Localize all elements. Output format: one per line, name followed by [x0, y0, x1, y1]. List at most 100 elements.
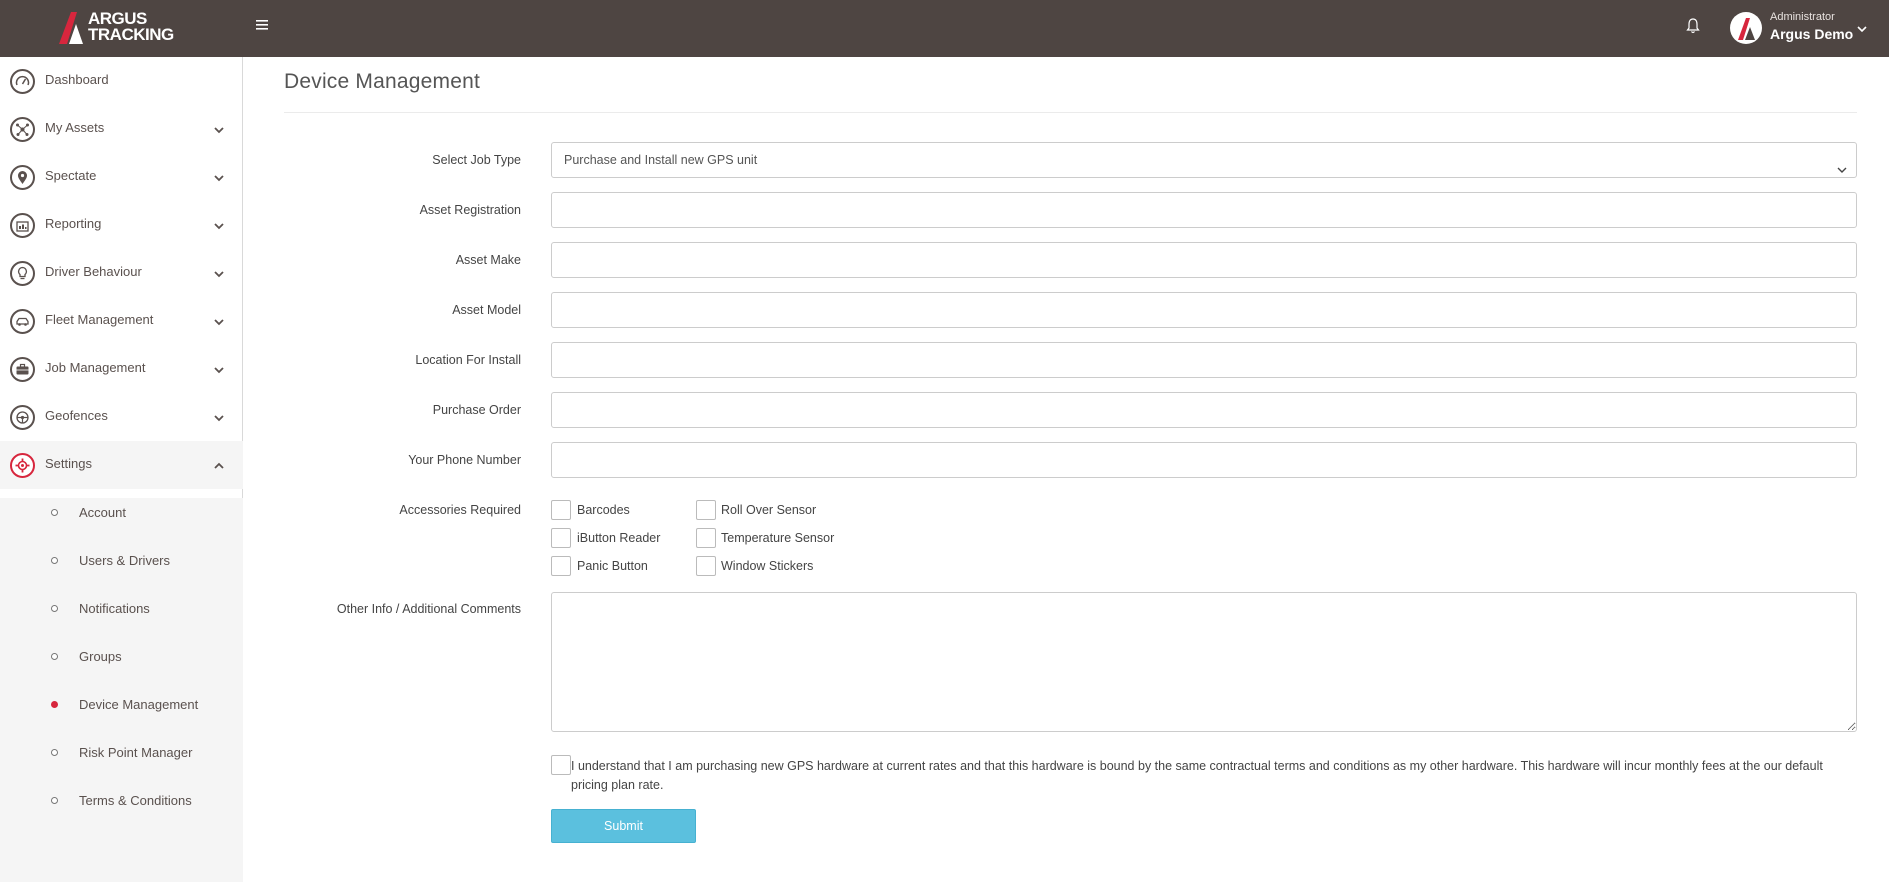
sidebar-item-job-management[interactable]: Job Management	[0, 345, 243, 393]
sidebar-item-label: Device Management	[79, 697, 199, 712]
comments-label: Other Info / Additional Comments	[336, 602, 521, 616]
job-type-select[interactable]: Purchase and Install new GPS unit	[551, 142, 1857, 178]
sidebar-item-label: Users & Drivers	[79, 553, 171, 568]
temperature-sensor-checkbox[interactable]	[696, 528, 716, 548]
sidebar-item-risk-point-manager[interactable]: Risk Point Manager	[0, 729, 243, 777]
chevron-down-icon[interactable]	[1856, 22, 1868, 34]
accessories-label: Accessories Required	[399, 503, 521, 517]
sidebar: Dashboard My Assets Spectate Reporting D…	[0, 57, 243, 882]
sidebar-item-label: Account	[79, 505, 126, 520]
sidebar-item-my-assets[interactable]: My Assets	[0, 105, 243, 153]
phone-input[interactable]	[551, 442, 1857, 478]
submit-button[interactable]: Submit	[551, 809, 696, 843]
report-icon	[10, 213, 35, 238]
argus-logo[interactable]: ARGUS TRACKING	[55, 10, 185, 46]
sidebar-item-label: Settings	[45, 456, 92, 471]
temperature-sensor-label: Temperature Sensor	[721, 531, 835, 545]
car-icon	[10, 309, 35, 334]
purchase-order-input[interactable]	[551, 392, 1857, 428]
bullet-icon	[51, 749, 58, 756]
barcodes-checkbox[interactable]	[551, 500, 571, 520]
logo-text: ARGUS TRACKING	[88, 9, 174, 44]
chevron-down-icon	[213, 219, 225, 231]
asset-model-label: Asset Model	[452, 303, 521, 317]
ibutton-reader-checkbox[interactable]	[551, 528, 571, 548]
chevron-up-icon	[213, 459, 225, 471]
sidebar-item-label: Geofences	[45, 408, 108, 423]
bullet-icon	[51, 509, 58, 516]
location-label: Location For Install	[415, 353, 521, 367]
map-pin-icon	[10, 165, 35, 190]
sidebar-item-label: Notifications	[79, 601, 150, 616]
hamburger-icon[interactable]	[256, 18, 272, 36]
asset-registration-label: Asset Registration	[419, 203, 521, 217]
chevron-down-icon	[213, 171, 225, 183]
job-type-label: Select Job Type	[432, 153, 521, 167]
sidebar-item-fleet-management[interactable]: Fleet Management	[0, 297, 243, 345]
page-title: Device Management	[284, 70, 480, 93]
sidebar-item-reporting[interactable]: Reporting	[0, 201, 243, 249]
avatar[interactable]	[1730, 12, 1762, 44]
user-name[interactable]: Argus Demo	[1770, 26, 1853, 42]
location-input[interactable]	[551, 342, 1857, 378]
bullet-icon	[51, 557, 58, 564]
title-divider	[284, 112, 1857, 113]
sidebar-item-label: My Assets	[45, 120, 105, 135]
ibutton-reader-label: iButton Reader	[577, 531, 661, 545]
window-stickers-label: Window Stickers	[721, 559, 814, 573]
asset-make-input[interactable]	[551, 242, 1857, 278]
sidebar-item-label: Terms & Conditions	[79, 793, 192, 808]
sidebar-item-label: Groups	[79, 649, 122, 664]
user-role: Administrator	[1770, 11, 1835, 23]
bullet-icon	[51, 797, 58, 804]
sidebar-item-dashboard[interactable]: Dashboard	[0, 57, 243, 105]
sidebar-item-groups[interactable]: Groups	[0, 633, 243, 681]
sidebar-item-terms-conditions[interactable]: Terms & Conditions	[0, 777, 243, 825]
job-type-value: Purchase and Install new GPS unit	[564, 153, 758, 167]
sidebar-item-label: Job Management	[45, 360, 146, 375]
top-bar: ARGUS TRACKING Administrator Argus Demo	[0, 0, 1889, 57]
barcodes-label: Barcodes	[577, 503, 630, 517]
terms-checkbox[interactable]	[551, 755, 571, 775]
chevron-down-icon	[213, 411, 225, 423]
purchase-order-label: Purchase Order	[432, 403, 521, 417]
sidebar-item-users-drivers[interactable]: Users & Drivers	[0, 537, 243, 585]
panic-button-label: Panic Button	[577, 559, 648, 573]
lightbulb-icon	[10, 261, 35, 286]
sidebar-item-spectate[interactable]: Spectate	[0, 153, 243, 201]
asset-make-label: Asset Make	[455, 253, 521, 267]
panic-button-checkbox[interactable]	[551, 556, 571, 576]
sidebar-item-label: Spectate	[45, 168, 97, 183]
chevron-down-icon	[213, 363, 225, 375]
chevron-down-icon	[1836, 155, 1848, 173]
sidebar-item-driver-behaviour[interactable]: Driver Behaviour	[0, 249, 243, 297]
briefcase-icon	[10, 357, 35, 382]
bullet-icon	[51, 605, 58, 612]
bullet-icon	[51, 653, 58, 660]
gear-icon	[10, 453, 35, 478]
window-stickers-checkbox[interactable]	[696, 556, 716, 576]
sidebar-item-geofences[interactable]: Geofences	[0, 393, 243, 441]
roll-over-sensor-checkbox[interactable]	[696, 500, 716, 520]
phone-label: Your Phone Number	[408, 453, 521, 467]
steering-wheel-icon	[10, 405, 35, 430]
terms-text: I understand that I am purchasing new GP…	[571, 759, 1823, 792]
sidebar-item-label: Driver Behaviour	[45, 264, 142, 279]
sidebar-item-settings[interactable]: Settings	[0, 441, 243, 489]
settings-submenu: Account Users & Drivers Notifications Gr…	[0, 498, 243, 882]
sidebar-item-label: Dashboard	[45, 72, 109, 87]
roll-over-sensor-label: Roll Over Sensor	[721, 503, 817, 517]
logo-mark-icon	[59, 12, 83, 44]
asset-model-input[interactable]	[551, 292, 1857, 328]
active-bullet-icon	[51, 701, 58, 708]
sidebar-item-label: Reporting	[45, 216, 102, 231]
sidebar-item-notifications[interactable]: Notifications	[0, 585, 243, 633]
sidebar-item-device-management[interactable]: Device Management	[0, 681, 243, 729]
asset-registration-input[interactable]	[551, 192, 1857, 228]
sidebar-item-label: Fleet Management	[45, 312, 154, 327]
sidebar-item-account[interactable]: Account	[0, 489, 243, 537]
chevron-down-icon	[213, 123, 225, 135]
bell-icon[interactable]	[1686, 18, 1704, 36]
comments-textarea[interactable]	[551, 592, 1857, 732]
chevron-down-icon	[213, 267, 225, 279]
